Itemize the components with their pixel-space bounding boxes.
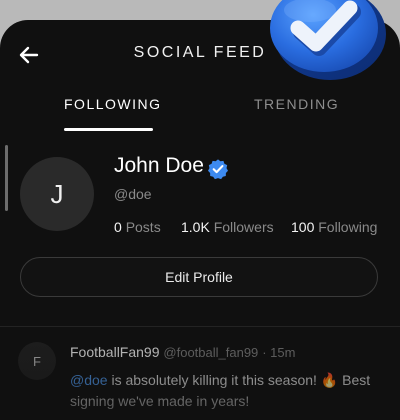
post-handle[interactable]: @football_fan99 [163, 345, 258, 360]
following-count: 100 [291, 219, 315, 235]
post-mention[interactable]: @doe [70, 372, 108, 388]
post-header: FootballFan99 @football_fan99 · 15m [70, 344, 295, 360]
followers-label: Followers [213, 219, 274, 235]
stat-followers[interactable]: 1.0K Followers [181, 219, 274, 235]
post-body: @doe is absolutely killing it this seaso… [70, 370, 388, 412]
following-label: Following [318, 219, 378, 235]
check-3d-icon [270, 0, 386, 80]
tab-bar: FOLLOWING TRENDING [0, 92, 400, 132]
post-text: is absolutely killing it this season! 🔥 … [70, 372, 371, 409]
tab-trending[interactable]: TRENDING [254, 96, 339, 112]
post-author[interactable]: FootballFan99 [70, 344, 160, 360]
verified-badge-icon [208, 159, 228, 180]
profile-handle: @doe [114, 186, 152, 202]
scroll-indicator [5, 145, 8, 211]
posts-count: 0 [114, 219, 122, 235]
followers-count: 1.0K [181, 219, 210, 235]
post-avatar-letter: F [33, 353, 41, 369]
tab-following[interactable]: FOLLOWING [64, 96, 162, 112]
profile-name: John Doe [114, 154, 204, 177]
posts-label: Posts [125, 219, 161, 235]
stat-following[interactable]: 100 Following [291, 219, 377, 235]
avatar-letter: J [50, 178, 64, 209]
edit-profile-button[interactable]: Edit Profile [20, 257, 378, 297]
post-time: · 15m [262, 345, 296, 360]
stat-posts[interactable]: 0 Posts [114, 219, 161, 235]
avatar[interactable]: J [20, 157, 94, 231]
divider [0, 326, 400, 327]
active-tab-indicator [64, 128, 153, 131]
post-avatar[interactable]: F [18, 342, 56, 380]
